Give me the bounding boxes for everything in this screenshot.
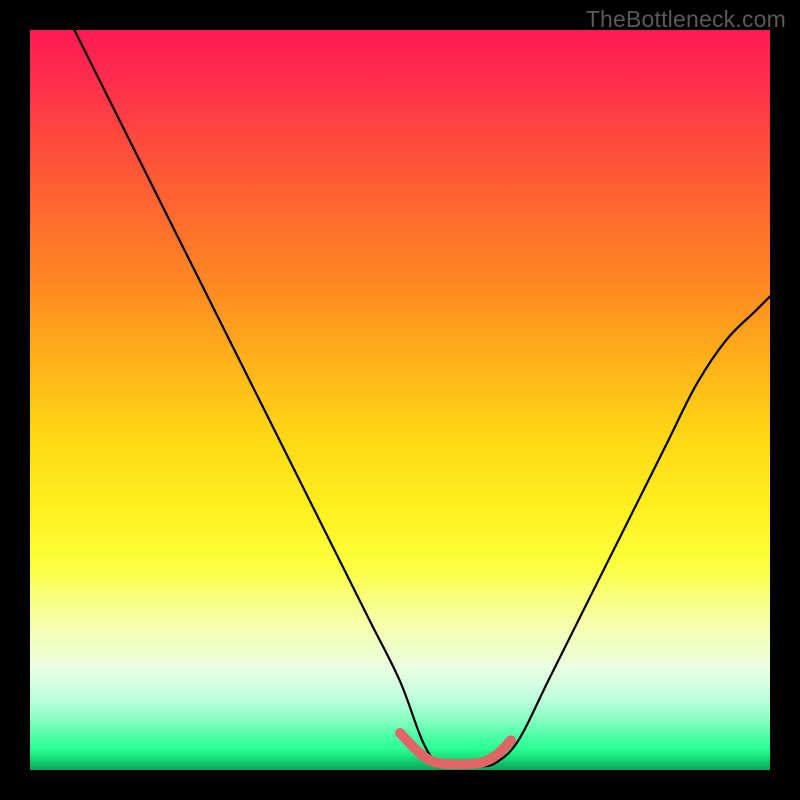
chart-plot-area bbox=[30, 30, 770, 770]
watermark-text: TheBottleneck.com bbox=[586, 6, 786, 33]
chart-svg bbox=[30, 30, 770, 770]
bottleneck-curve bbox=[74, 30, 770, 767]
bottleneck-curve-highlight bbox=[400, 733, 511, 764]
